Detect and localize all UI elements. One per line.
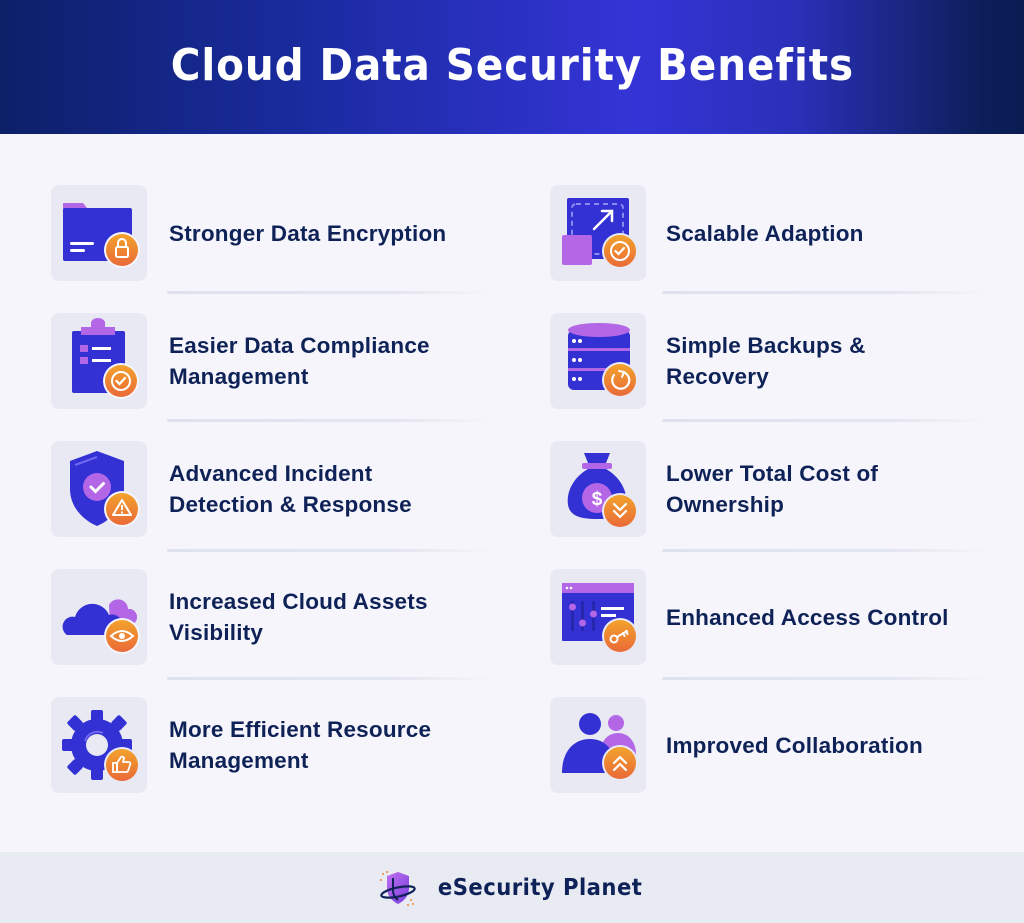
benefit-item: Increased Cloud Assets Visibility xyxy=(51,569,511,665)
money-bag-down-icon: $ xyxy=(567,453,638,529)
clipboard-check-icon xyxy=(72,318,139,399)
icon-tile xyxy=(550,569,646,665)
database-refresh-icon xyxy=(568,323,638,398)
divider xyxy=(167,419,492,422)
divider xyxy=(167,549,492,552)
benefit-label: Scalable Adaption xyxy=(666,220,864,246)
benefit-label: Advanced Incident Detection & Response xyxy=(169,461,412,517)
icon-tile xyxy=(51,697,147,793)
shield-planet-logo-icon xyxy=(379,870,416,906)
svg-text:$: $ xyxy=(592,489,603,510)
benefit-item: Stronger Data Encryption xyxy=(51,185,511,281)
benefit-label: Enhanced Access Control xyxy=(666,604,949,630)
benefit-label: Stronger Data Encryption xyxy=(169,220,447,246)
divider xyxy=(662,419,987,422)
brand-name: eSecurity Planet xyxy=(437,874,643,901)
icon-tile xyxy=(550,313,646,409)
users-up-icon xyxy=(562,713,638,781)
icon-tile xyxy=(51,441,147,537)
benefit-item: Easier Data Compliance Management xyxy=(51,313,511,409)
benefit-item: Advanced Incident Detection & Response xyxy=(51,441,511,537)
icon-tile xyxy=(550,185,646,281)
icon-tile xyxy=(51,185,147,281)
icon-tile: $ xyxy=(550,441,646,537)
page-title: Cloud Data Security Benefits xyxy=(170,39,854,91)
gear-thumbs-up-icon xyxy=(62,710,140,783)
divider xyxy=(662,677,987,680)
benefit-item: $ Lower Total Cost of Ownership xyxy=(550,441,1010,537)
benefit-label: Lower Total Cost of Ownership xyxy=(666,461,879,517)
window-key-icon xyxy=(562,583,638,654)
benefit-item: Improved Collaboration xyxy=(550,697,1010,793)
divider xyxy=(167,677,492,680)
footer: eSecurity Planet xyxy=(0,852,1024,923)
icon-tile xyxy=(550,697,646,793)
benefits-grid: Stronger Data Encryption Easier Data Com… xyxy=(0,134,1024,852)
shield-warning-icon xyxy=(70,451,140,527)
cloud-eye-icon xyxy=(62,599,140,654)
folder-lock-icon xyxy=(63,203,140,268)
benefit-label: More Efficient Resource Management xyxy=(169,717,432,773)
benefit-label: Increased Cloud Assets Visibility xyxy=(169,589,428,645)
benefit-label: Simple Backups & Recovery xyxy=(666,333,866,389)
divider xyxy=(662,291,987,294)
header-banner: Cloud Data Security Benefits xyxy=(0,0,1024,134)
benefit-item: Simple Backups & Recovery xyxy=(550,313,1010,409)
resize-check-icon xyxy=(562,198,638,269)
icon-tile xyxy=(51,569,147,665)
benefit-label: Improved Collaboration xyxy=(666,732,923,758)
divider xyxy=(662,549,987,552)
icon-tile xyxy=(51,313,147,409)
benefit-item: Scalable Adaption xyxy=(550,185,1010,281)
brand-logo[interactable]: eSecurity Planet xyxy=(373,868,651,908)
benefit-item: More Efficient Resource Management xyxy=(51,697,511,793)
divider xyxy=(167,291,492,294)
benefit-label: Easier Data Compliance Management xyxy=(169,333,430,389)
benefit-item: Enhanced Access Control xyxy=(550,569,1010,665)
